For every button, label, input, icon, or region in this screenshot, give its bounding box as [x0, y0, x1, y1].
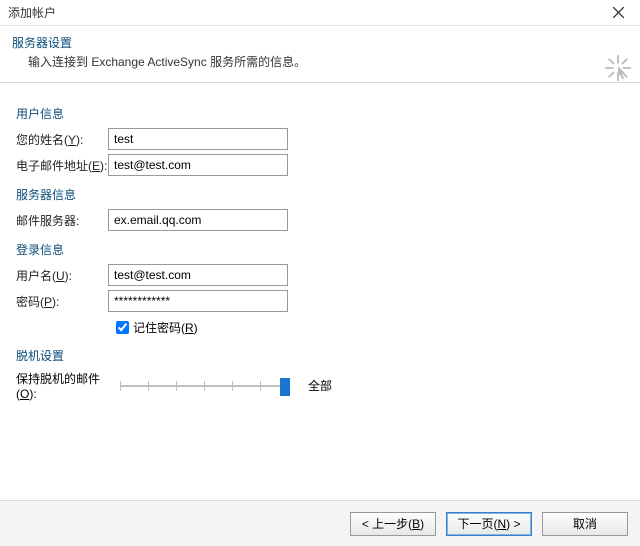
- titlebar: 添加帐户: [0, 0, 640, 26]
- cancel-button[interactable]: 取消: [542, 512, 628, 536]
- back-button[interactable]: < 上一步(B): [350, 512, 436, 536]
- cursor-icon: [604, 54, 632, 82]
- slider-thumb[interactable]: [280, 378, 290, 396]
- label-email: 电子邮件地址(E):: [16, 157, 108, 174]
- label-your-name: 您的姓名(Y):: [16, 131, 108, 148]
- slider-value-label: 全部: [308, 377, 332, 394]
- form-body: 用户信息 您的姓名(Y): 电子邮件地址(E): 服务器信息 邮件服务器: 登录…: [0, 83, 640, 500]
- section-login-info: 登录信息: [16, 241, 624, 258]
- email-input[interactable]: [108, 154, 288, 176]
- label-mail-server: 邮件服务器:: [16, 212, 108, 229]
- label-password: 密码(P):: [16, 293, 108, 310]
- label-username: 用户名(U):: [16, 267, 108, 284]
- window-title: 添加帐户: [8, 4, 56, 21]
- section-user-info: 用户信息: [16, 105, 624, 122]
- section-offline: 脱机设置: [16, 347, 624, 364]
- label-offline-mail: 保持脱机的邮件(O):: [16, 370, 120, 401]
- header-subtitle: 输入连接到 Exchange ActiveSync 服务所需的信息。: [12, 53, 628, 70]
- remember-password-checkbox[interactable]: [116, 321, 129, 334]
- header: 服务器设置 输入连接到 Exchange ActiveSync 服务所需的信息。: [0, 26, 640, 83]
- section-server-info: 服务器信息: [16, 186, 624, 203]
- close-icon: [613, 7, 624, 18]
- close-button[interactable]: [596, 0, 640, 26]
- username-input[interactable]: [108, 264, 288, 286]
- footer: < 上一步(B) 下一页(N) > 取消: [0, 500, 640, 546]
- mail-server-input[interactable]: [108, 209, 288, 231]
- next-button[interactable]: 下一页(N) >: [446, 512, 532, 536]
- offline-slider[interactable]: [120, 376, 290, 396]
- header-title: 服务器设置: [12, 34, 628, 51]
- your-name-input[interactable]: [108, 128, 288, 150]
- password-input[interactable]: [108, 290, 288, 312]
- label-remember-password: 记住密码(R): [133, 319, 198, 336]
